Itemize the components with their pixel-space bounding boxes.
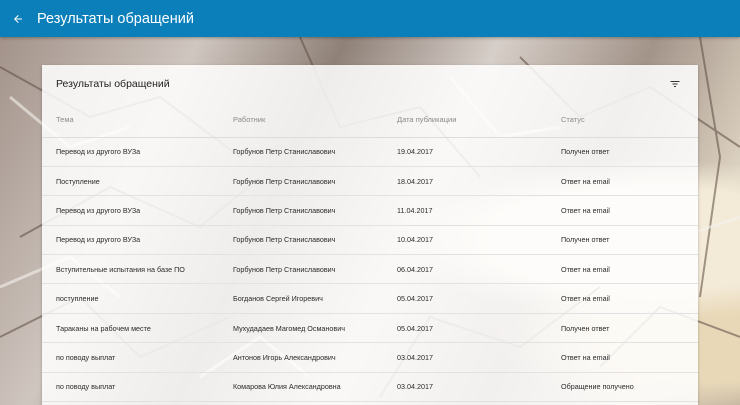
results-table: Тема Работник Дата публикации Статус Пер… — [42, 103, 698, 403]
cell-topic: Перевод из другого ВУЗа — [42, 137, 219, 167]
table-row[interactable]: Вступительные испытания на базе ПО Горбун… — [42, 254, 698, 285]
results-card: Результаты обращений Тема Работник Дата … — [42, 65, 698, 405]
table-row[interactable]: Поступление Горбунов Петр Станиславович 18… — [42, 166, 698, 197]
cell-date: 18.04.2017 — [383, 166, 547, 197]
cell-employee: Комарова Юлия Александровна — [219, 372, 383, 403]
cell-status: Ответ на email — [547, 283, 698, 314]
column-header-status[interactable]: Статус — [547, 103, 698, 138]
filter-button[interactable] — [666, 75, 684, 93]
cell-topic: по поводу выплат — [42, 372, 219, 403]
cell-date: 05.04.2017 — [383, 283, 547, 314]
cell-employee: Мухудадаев Магомед Османович — [219, 313, 383, 344]
table-row[interactable]: по поводу выплат Антонов Игорь Александро… — [42, 342, 698, 373]
cell-topic: Перевод из другого ВУЗа — [42, 225, 219, 256]
table-row[interactable]: Перевод из другого ВУЗа Горбунов Петр Ста… — [42, 225, 698, 256]
cell-date: 11.04.2017 — [383, 195, 547, 226]
cell-status: Ответ на email — [547, 254, 698, 285]
column-header-date[interactable]: Дата публикации — [383, 103, 547, 138]
cell-status: Получен ответ — [547, 225, 698, 256]
filter-icon — [670, 81, 680, 87]
cell-employee: Богданов Сергей Игоревич — [219, 283, 383, 314]
cell-date: 19.04.2017 — [383, 137, 547, 167]
table-row[interactable]: Перевод из другого ВУЗа Горбунов Петр Ста… — [42, 137, 698, 167]
cell-date: 03.04.2017 — [383, 342, 547, 373]
card-title: Результаты обращений — [56, 78, 170, 90]
cell-employee: Горбунов Петр Станиславович — [219, 225, 383, 256]
cell-status: Получен ответ — [547, 137, 698, 167]
cell-status: Ответ на email — [547, 195, 698, 226]
cell-employee: Антонов Игорь Александрович — [219, 342, 383, 373]
card-header: Результаты обращений — [42, 65, 698, 103]
cell-topic: Вступительные испытания на базе ПО — [42, 254, 219, 285]
column-header-employee[interactable]: Работник — [219, 103, 383, 138]
table-row[interactable]: Тараканы на рабочем месте Мухудадаев Маго… — [42, 313, 698, 344]
cell-date: 06.04.2017 — [383, 254, 547, 285]
cell-topic: Тараканы на рабочем месте — [42, 313, 219, 344]
cell-status: Получен ответ — [547, 313, 698, 344]
app-bar: Результаты обращений — [0, 0, 740, 37]
column-header-topic[interactable]: Тема — [42, 103, 219, 138]
cell-date: 05.04.2017 — [383, 313, 547, 344]
arrow-back-icon — [14, 14, 22, 23]
table-row[interactable]: Перевод из другого ВУЗа Горбунов Петр Ста… — [42, 195, 698, 226]
cell-status: Ответ на email — [547, 342, 698, 373]
cell-topic: Поступление — [42, 166, 219, 197]
cell-topic: по поводу выплат — [42, 342, 219, 373]
cell-date: 10.04.2017 — [383, 225, 547, 256]
cell-topic: Перевод из другого ВУЗа — [42, 195, 219, 226]
cell-date: 03.04.2017 — [383, 372, 547, 403]
cell-status: Обращение получено — [547, 372, 698, 403]
cell-employee: Горбунов Петр Станиславович — [219, 254, 383, 285]
table-header-row: Тема Работник Дата публикации Статус — [42, 103, 698, 138]
cell-status: Ответ на email — [547, 166, 698, 197]
cell-employee: Горбунов Петр Станиславович — [219, 137, 383, 167]
app-bar-title: Результаты обращений — [37, 10, 194, 27]
back-button[interactable] — [0, 0, 36, 37]
table-row[interactable]: по поводу выплат Комарова Юлия Александро… — [42, 372, 698, 403]
cell-employee: Горбунов Петр Станиславович — [219, 195, 383, 226]
cell-employee: Горбунов Петр Станиславович — [219, 166, 383, 197]
table-row[interactable]: поступление Богданов Сергей Игоревич 05.04… — [42, 283, 698, 314]
cell-topic: поступление — [42, 283, 219, 314]
